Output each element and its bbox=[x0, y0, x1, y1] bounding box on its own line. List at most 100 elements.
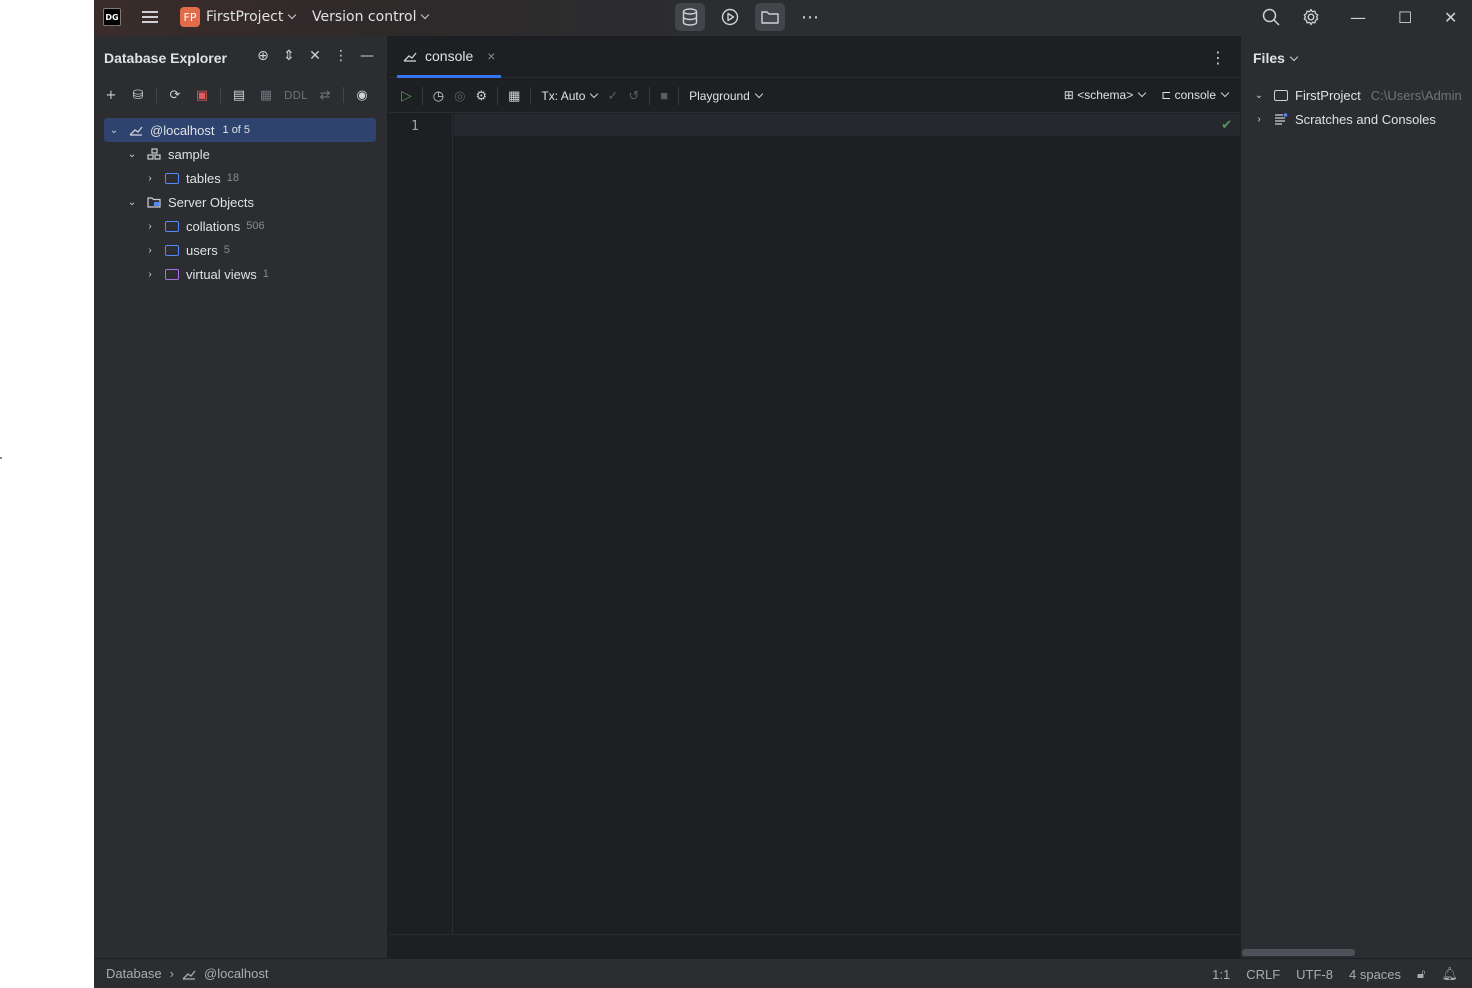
tree-count: 18 bbox=[226, 172, 239, 184]
ddl-button[interactable]: DDL bbox=[284, 86, 307, 104]
session-dropdown[interactable]: ⊏ console bbox=[1161, 88, 1230, 102]
tree-label: @localhost bbox=[150, 122, 215, 138]
stop-icon[interactable]: ■ bbox=[660, 88, 668, 103]
files-panel-title[interactable]: Files bbox=[1253, 50, 1299, 66]
project-selector[interactable]: FirstProject bbox=[206, 9, 297, 25]
jump-to-console-icon[interactable]: ▤ bbox=[230, 86, 248, 104]
tree-label: tables bbox=[186, 170, 221, 186]
project-badge[interactable]: FP bbox=[180, 7, 200, 27]
tree-node-users[interactable]: › users 5 bbox=[104, 238, 376, 262]
settings-button[interactable] bbox=[1296, 3, 1326, 31]
horizontal-scrollbar[interactable] bbox=[1242, 949, 1355, 956]
minimize-button[interactable]: — bbox=[1350, 8, 1366, 27]
current-line-highlight[interactable] bbox=[454, 114, 1240, 136]
disconnect-icon[interactable]: ▣ bbox=[193, 86, 211, 104]
chevron-right-icon[interactable]: › bbox=[144, 244, 156, 256]
chevron-down-icon bbox=[590, 89, 599, 98]
services-button[interactable] bbox=[715, 3, 745, 31]
locate-icon[interactable]: ⊕ bbox=[255, 48, 271, 64]
explorer-toolbar: + ⛁ ⟳ ▣ ▤ ▦ DDL ⇄ ◉ bbox=[102, 86, 371, 104]
chevron-down-icon[interactable]: ⌄ bbox=[126, 148, 138, 160]
transaction-mode-dropdown[interactable]: Tx: Auto bbox=[541, 88, 599, 103]
tree-node-tables[interactable]: › tables 18 bbox=[104, 166, 376, 190]
tree-label: virtual views bbox=[186, 266, 257, 282]
folder-icon bbox=[164, 267, 180, 281]
table-editor-icon[interactable]: ▦ bbox=[257, 86, 275, 104]
result-view-icon[interactable]: ▦ bbox=[508, 88, 520, 104]
search-button[interactable] bbox=[1256, 3, 1286, 31]
line-ending[interactable]: CRLF bbox=[1246, 967, 1280, 982]
more-vertical-icon[interactable]: ⋮ bbox=[1210, 48, 1226, 67]
settings-icon[interactable]: ⚙ bbox=[475, 88, 487, 104]
more-icon[interactable]: ⋯ bbox=[795, 3, 825, 31]
breadcrumb-leaf[interactable]: @localhost bbox=[204, 966, 269, 981]
tree-label: FirstProject bbox=[1295, 87, 1361, 103]
editor-tab-bar: console × ⋮ bbox=[389, 36, 1240, 78]
editor-context-selectors: ⊞ <schema> ⊏ console bbox=[1064, 88, 1230, 102]
breadcrumb-root[interactable]: Database bbox=[106, 966, 162, 981]
rollback-icon[interactable]: ↺ bbox=[628, 88, 639, 104]
expand-all-icon[interactable]: ⇕ bbox=[281, 48, 297, 64]
schema-dropdown[interactable]: ⊞ <schema> bbox=[1064, 88, 1147, 102]
chevron-down-icon[interactable]: ⌄ bbox=[1253, 89, 1265, 101]
tab-console[interactable]: console × bbox=[397, 36, 501, 78]
commit-icon[interactable]: ✓ bbox=[607, 88, 618, 104]
cancel-query-icon[interactable]: ◎ bbox=[454, 88, 465, 104]
chevron-right-icon[interactable]: › bbox=[144, 268, 156, 280]
options-icon[interactable]: ⋮ bbox=[333, 48, 349, 64]
files-node-firstproject[interactable]: ⌄ FirstProject C:\Users\Admin bbox=[1253, 83, 1472, 107]
tx-label: Tx: Auto bbox=[541, 88, 586, 103]
indent-setting[interactable]: 4 spaces bbox=[1349, 967, 1401, 982]
tree-node-collations[interactable]: › collations 506 bbox=[104, 214, 376, 238]
tree-label: Server Objects bbox=[168, 194, 254, 210]
editor-area: console × ⋮ ▷ ◷ ◎ ⚙ ▦ Tx: Auto ✓ ↺ ■ Pla… bbox=[389, 36, 1240, 958]
version-control-label: Version control bbox=[312, 9, 417, 25]
version-control-menu[interactable]: Version control bbox=[312, 9, 430, 25]
panel-title: Database Explorer bbox=[104, 50, 227, 66]
database-tool-button[interactable] bbox=[675, 3, 705, 31]
project-name: FirstProject bbox=[206, 9, 284, 25]
collapse-all-icon[interactable]: ✕ bbox=[307, 48, 323, 64]
tree-node-server-objects[interactable]: ⌄ Server Objects bbox=[104, 190, 376, 214]
execute-icon[interactable]: ▷ bbox=[401, 87, 412, 104]
folder-icon bbox=[1273, 88, 1289, 102]
maximize-button[interactable]: ☐ bbox=[1398, 8, 1412, 27]
playground-dropdown[interactable]: Playground bbox=[689, 89, 764, 103]
tree-node-localhost[interactable]: ⌄ @localhost 1 of 5 bbox=[104, 118, 376, 142]
chevron-down-icon bbox=[1289, 52, 1299, 62]
hide-panel-icon[interactable]: — bbox=[359, 48, 375, 64]
lock-icon[interactable]: 🔓︎ bbox=[1417, 966, 1425, 982]
files-node-scratches[interactable]: › Scratches and Consoles bbox=[1253, 107, 1472, 131]
data-source-properties-icon[interactable]: ⛁ bbox=[129, 86, 147, 104]
tree-count: 5 bbox=[223, 244, 230, 256]
chevron-right-icon[interactable]: › bbox=[1253, 113, 1265, 125]
session-label: console bbox=[1174, 88, 1216, 102]
add-icon[interactable]: + bbox=[102, 86, 120, 104]
close-icon[interactable]: × bbox=[487, 48, 495, 64]
session-icon: ⊏ bbox=[1161, 88, 1175, 102]
files-panel: Files ⌄ FirstProject C:\Users\Admin › Sc… bbox=[1241, 36, 1472, 958]
chevron-down-icon[interactable]: ⌄ bbox=[108, 124, 120, 136]
history-icon[interactable]: ◷ bbox=[433, 88, 444, 104]
database-tree: ⌄ @localhost 1 of 5 ⌄ sample › tables 18 bbox=[104, 118, 376, 286]
refresh-icon[interactable]: ⟳ bbox=[166, 86, 184, 104]
notifications-icon[interactable]: 🔔︎ bbox=[1441, 966, 1458, 982]
chevron-down-icon bbox=[421, 10, 430, 20]
tree-node-sample[interactable]: ⌄ sample bbox=[104, 142, 376, 166]
files-tool-button[interactable] bbox=[755, 3, 785, 31]
settings-icon bbox=[1303, 8, 1319, 26]
close-window-button[interactable]: ✕ bbox=[1444, 8, 1457, 27]
file-encoding[interactable]: UTF-8 bbox=[1296, 967, 1333, 982]
connection-icon bbox=[128, 123, 144, 137]
compare-icon[interactable]: ⇄ bbox=[316, 86, 334, 104]
chevron-right-icon[interactable]: › bbox=[144, 172, 156, 184]
database-explorer-panel: Database Explorer ⊕ ⇕ ✕ ⋮ — + ⛁ ⟳ ▣ ▤ ▦ … bbox=[94, 36, 388, 958]
chevron-down-icon[interactable]: ⌄ bbox=[126, 196, 138, 208]
tree-node-virtual-views[interactable]: › virtual views 1 bbox=[104, 262, 376, 286]
view-options-icon[interactable]: ◉ bbox=[353, 86, 371, 104]
caret-position[interactable]: 1:1 bbox=[1212, 967, 1230, 982]
main-menu-icon[interactable] bbox=[142, 9, 158, 25]
breadcrumb: Database › @localhost bbox=[106, 966, 269, 981]
chevron-right-icon[interactable]: › bbox=[144, 220, 156, 232]
files-tree: ⌄ FirstProject C:\Users\Admin › Scratche… bbox=[1253, 83, 1472, 131]
